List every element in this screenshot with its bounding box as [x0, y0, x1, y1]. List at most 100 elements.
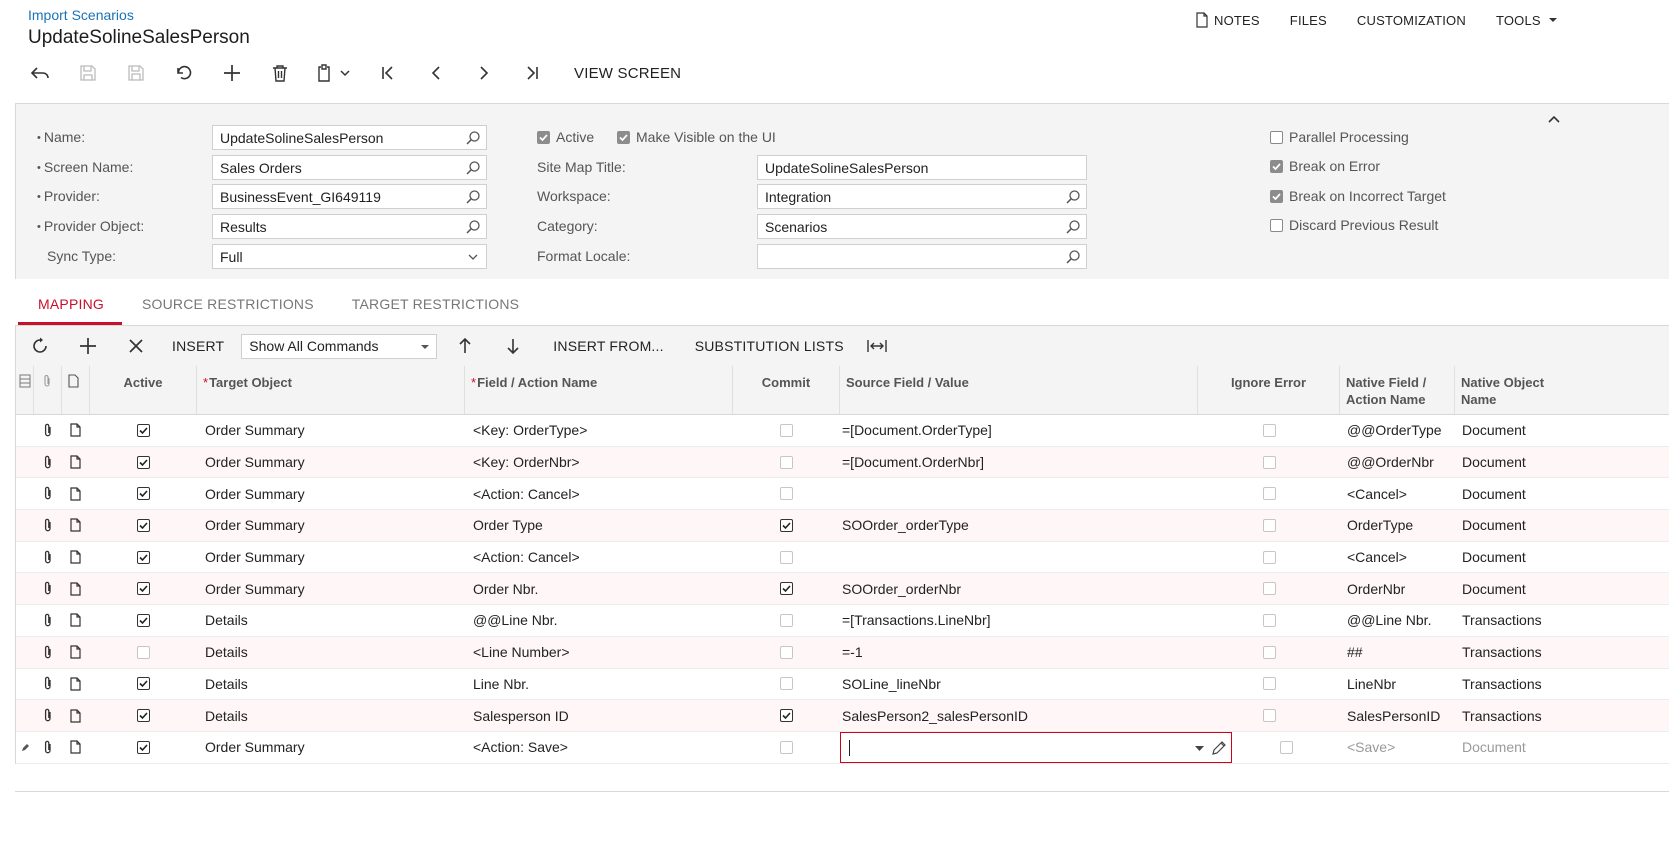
commit-checkbox[interactable] — [780, 645, 793, 659]
tools-button[interactable]: TOOLS — [1496, 12, 1560, 28]
active-checkbox[interactable] — [137, 645, 150, 659]
table-row[interactable]: Order Summary <Action: Cancel> <Cancel> Doc… — [16, 542, 1669, 574]
active-checkbox[interactable] — [137, 709, 150, 723]
ignore-error-checkbox[interactable] — [1262, 423, 1276, 437]
native-field-cell[interactable]: <Cancel> — [1340, 478, 1455, 509]
native-object-cell[interactable]: Document — [1455, 542, 1573, 573]
native-field-cell[interactable]: SalesPersonID — [1340, 700, 1455, 731]
source-field-cell[interactable]: =[Transactions.LineNbr] — [840, 605, 1198, 636]
ignore-error-checkbox[interactable] — [1262, 518, 1276, 532]
commit-header[interactable]: Commit — [733, 366, 840, 414]
fit-columns-button[interactable] — [862, 331, 892, 361]
row-attachments[interactable] — [34, 700, 62, 731]
screen-name-field[interactable]: Sales Orders — [212, 155, 487, 180]
commit-checkbox[interactable] — [780, 455, 793, 469]
search-icon[interactable] — [1065, 189, 1081, 205]
save-close-button[interactable] — [64, 58, 112, 88]
active-checkbox[interactable] — [137, 740, 150, 754]
row-notes[interactable] — [62, 669, 90, 700]
native-field-header[interactable]: Native Field / Action Name — [1340, 366, 1455, 414]
row-selector[interactable] — [16, 573, 34, 604]
pencil-icon[interactable] — [1211, 740, 1227, 756]
name-field[interactable]: UpdateSolineSalesPerson — [212, 125, 487, 150]
table-row[interactable]: Order Summary <Key: OrderType> =[Document.… — [16, 415, 1669, 447]
field-action-cell[interactable]: <Action: Save> — [465, 732, 733, 763]
source-field-editor[interactable] — [840, 731, 1232, 763]
break-on-incorrect-target-checkbox[interactable]: Break on Incorrect Target — [1270, 188, 1446, 204]
ignore-error-checkbox[interactable] — [1262, 550, 1276, 564]
active-checkbox[interactable] — [137, 487, 150, 501]
parallel-processing-checkbox[interactable]: Parallel Processing — [1270, 129, 1409, 145]
active-checkbox[interactable] — [137, 613, 150, 627]
row-attachments[interactable] — [34, 637, 62, 668]
row-attachments[interactable] — [34, 447, 62, 478]
commit-checkbox[interactable] — [780, 582, 793, 596]
provider-field[interactable]: BusinessEvent_GI649119 — [212, 184, 487, 209]
add-row-button[interactable] — [64, 331, 112, 361]
source-field-cell[interactable] — [840, 542, 1198, 573]
field-action-header[interactable]: *Field / Action Name — [465, 366, 733, 414]
row-selector[interactable] — [16, 605, 34, 636]
table-row[interactable]: Order Summary Order Nbr. SOOrder_orderNbr O… — [16, 573, 1669, 606]
target-object-cell[interactable]: Order Summary — [197, 447, 465, 478]
native-field-cell[interactable]: @@Line Nbr. — [1340, 605, 1455, 636]
field-action-cell[interactable]: <Key: OrderNbr> — [465, 447, 733, 478]
field-action-cell[interactable]: Order Type — [465, 510, 733, 541]
commit-checkbox[interactable] — [780, 550, 793, 564]
collapse-chevron-icon[interactable] — [1547, 114, 1561, 124]
active-checkbox[interactable] — [137, 518, 150, 532]
source-field-cell[interactable] — [840, 478, 1198, 509]
row-attachments[interactable] — [34, 478, 62, 509]
row-attachments[interactable] — [34, 669, 62, 700]
target-object-cell[interactable]: Order Summary — [197, 573, 465, 604]
row-attachments[interactable] — [34, 542, 62, 573]
sync-type-select[interactable]: Full — [212, 244, 487, 269]
tab-target-restrictions[interactable]: TARGET RESTRICTIONS — [332, 290, 537, 326]
row-attachments[interactable] — [34, 605, 62, 636]
commit-checkbox[interactable] — [780, 487, 793, 501]
row-attachments[interactable] — [34, 415, 62, 446]
field-action-cell[interactable]: Order Nbr. — [465, 573, 733, 604]
table-row[interactable]: Details <Line Number> =-1 ## Transactions — [16, 636, 1669, 669]
native-object-cell[interactable]: Transactions — [1455, 605, 1573, 636]
row-selector[interactable] — [16, 732, 34, 763]
commit-checkbox[interactable] — [780, 740, 793, 754]
notes-button[interactable]: NOTES — [1195, 12, 1260, 28]
row-attachments[interactable] — [34, 732, 62, 763]
native-field-cell[interactable]: ## — [1340, 637, 1455, 668]
table-row[interactable]: Order Summary <Key: OrderNbr> =[Document.O… — [16, 446, 1669, 479]
active-checkbox[interactable] — [137, 423, 150, 437]
native-field-cell[interactable]: @@OrderType — [1340, 415, 1455, 446]
ignore-error-checkbox[interactable] — [1262, 487, 1276, 501]
site-map-title-field[interactable]: UpdateSolineSalesPerson — [757, 155, 1087, 180]
ignore-error-checkbox[interactable] — [1262, 677, 1276, 691]
source-field-cell[interactable]: SalesPerson2_salesPersonID — [840, 700, 1198, 731]
table-row[interactable]: Order Summary <Action: Save> <Save> Documen… — [16, 731, 1669, 764]
delete-button[interactable] — [256, 58, 304, 88]
row-attachments[interactable] — [34, 573, 62, 604]
commit-checkbox[interactable] — [780, 677, 793, 691]
save-button[interactable] — [112, 58, 160, 88]
row-selector-header[interactable] — [16, 366, 34, 414]
source-field-cell[interactable]: SOLine_lineNbr — [840, 669, 1198, 700]
target-object-cell[interactable]: Details — [197, 605, 465, 636]
target-object-cell[interactable]: Details — [197, 700, 465, 731]
row-notes[interactable] — [62, 542, 90, 573]
native-field-cell[interactable]: <Save> — [1340, 732, 1455, 763]
native-field-cell[interactable]: LineNbr — [1340, 669, 1455, 700]
add-button[interactable] — [208, 58, 256, 88]
native-object-cell[interactable]: Document — [1455, 478, 1573, 509]
previous-record-button[interactable] — [412, 58, 460, 88]
target-object-cell[interactable]: Order Summary — [197, 415, 465, 446]
native-object-header[interactable]: Native Object Name — [1455, 366, 1573, 414]
row-notes[interactable] — [62, 732, 90, 763]
customization-button[interactable]: CUSTOMIZATION — [1357, 12, 1466, 28]
row-notes[interactable] — [62, 700, 90, 731]
table-row[interactable]: Order Summary <Action: Cancel> <Cancel> Doc… — [16, 478, 1669, 511]
discard-previous-result-checkbox[interactable]: Discard Previous Result — [1270, 217, 1438, 233]
back-button[interactable] — [16, 58, 64, 88]
row-selector[interactable] — [16, 478, 34, 509]
target-object-header[interactable]: *Target Object — [197, 366, 465, 414]
row-notes[interactable] — [62, 573, 90, 604]
field-action-cell[interactable]: <Line Number> — [465, 637, 733, 668]
